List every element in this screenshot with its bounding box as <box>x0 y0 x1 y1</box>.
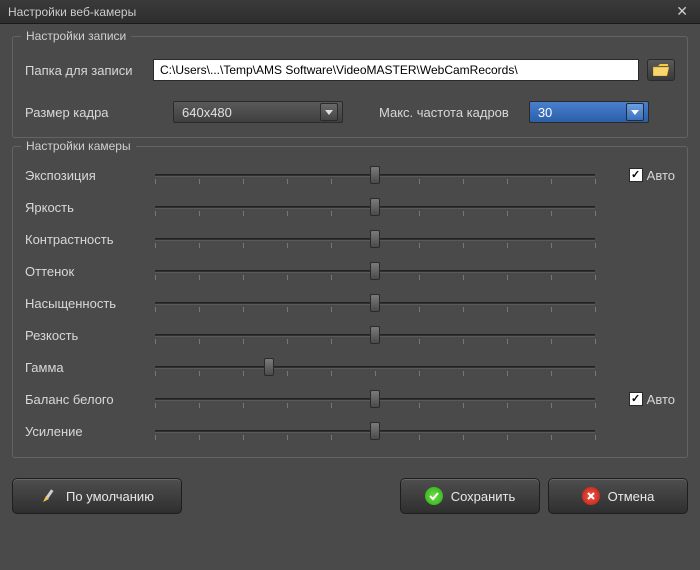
slider-label: Контрастность <box>25 232 155 247</box>
slider-thumb[interactable] <box>370 390 380 408</box>
slider-label: Насыщенность <box>25 296 155 311</box>
slider-row: Усиление <box>25 415 675 447</box>
recording-group-title: Настройки записи <box>21 29 131 43</box>
save-button[interactable]: Сохранить <box>400 478 540 514</box>
folder-label: Папка для записи <box>25 63 153 78</box>
slider[interactable] <box>155 259 595 283</box>
slider-row: Оттенок <box>25 255 675 287</box>
recording-settings-group: Настройки записи Папка для записи Размер… <box>12 36 688 138</box>
slider-label: Экспозиция <box>25 168 155 183</box>
close-icon[interactable]: ✕ <box>672 3 692 20</box>
slider-thumb[interactable] <box>370 230 380 248</box>
slider-label: Резкость <box>25 328 155 343</box>
slider[interactable] <box>155 323 595 347</box>
title-bar: Настройки веб-камеры ✕ <box>0 0 700 24</box>
frame-size-value: 640x480 <box>182 105 232 120</box>
fps-label: Макс. частота кадров <box>379 105 509 120</box>
cancel-icon <box>582 487 600 505</box>
fps-select[interactable]: 30 <box>529 101 649 123</box>
slider-row: Насыщенность <box>25 287 675 319</box>
slider-thumb[interactable] <box>264 358 274 376</box>
slider-row: Баланс белого Авто <box>25 383 675 415</box>
fps-value: 30 <box>538 105 552 120</box>
slider-label: Баланс белого <box>25 392 155 407</box>
chevron-down-icon <box>320 103 338 121</box>
slider-thumb[interactable] <box>370 422 380 440</box>
slider[interactable] <box>155 163 595 187</box>
brush-icon <box>40 487 58 505</box>
slider[interactable] <box>155 291 595 315</box>
slider-label: Усиление <box>25 424 155 439</box>
cancel-label: Отмена <box>608 489 655 504</box>
slider-thumb[interactable] <box>370 326 380 344</box>
slider-row: Яркость <box>25 191 675 223</box>
auto-checkbox[interactable] <box>629 168 643 182</box>
slider[interactable] <box>155 227 595 251</box>
auto-label: Авто <box>647 392 675 407</box>
slider[interactable] <box>155 195 595 219</box>
folder-icon <box>653 64 669 76</box>
defaults-button[interactable]: По умолчанию <box>12 478 182 514</box>
slider-row: Экспозиция Авто <box>25 159 675 191</box>
camera-settings-group: Настройки камеры ЭкспозицияАвтоЯркостьКо… <box>12 146 688 458</box>
slider-thumb[interactable] <box>370 198 380 216</box>
slider-thumb[interactable] <box>370 262 380 280</box>
slider-row: Контрастность <box>25 223 675 255</box>
slider-thumb[interactable] <box>370 166 380 184</box>
frame-size-select[interactable]: 640x480 <box>173 101 343 123</box>
auto-label: Авто <box>647 168 675 183</box>
slider-row: Гамма <box>25 351 675 383</box>
slider-thumb[interactable] <box>370 294 380 312</box>
slider-label: Яркость <box>25 200 155 215</box>
slider-label: Оттенок <box>25 264 155 279</box>
cancel-button[interactable]: Отмена <box>548 478 688 514</box>
check-icon <box>425 487 443 505</box>
auto-checkbox[interactable] <box>629 392 643 406</box>
camera-group-title: Настройки камеры <box>21 139 136 153</box>
save-label: Сохранить <box>451 489 516 504</box>
window-title: Настройки веб-камеры <box>8 5 136 19</box>
browse-button[interactable] <box>647 59 675 81</box>
slider-label: Гамма <box>25 360 155 375</box>
slider[interactable] <box>155 387 595 411</box>
defaults-label: По умолчанию <box>66 489 154 504</box>
frame-size-label: Размер кадра <box>25 105 153 120</box>
slider[interactable] <box>155 419 595 443</box>
chevron-down-icon <box>626 103 644 121</box>
slider-row: Резкость <box>25 319 675 351</box>
slider[interactable] <box>155 355 595 379</box>
folder-input[interactable] <box>153 59 639 81</box>
